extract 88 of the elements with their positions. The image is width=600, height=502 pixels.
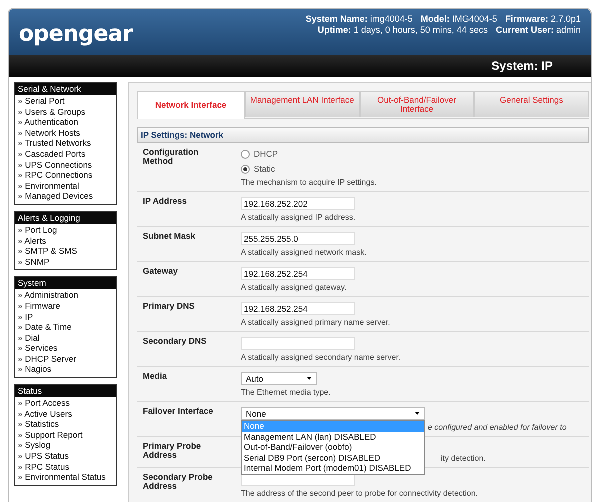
page-title: System: IP <box>492 59 553 73</box>
sidebar-link[interactable]: » Authentication <box>18 117 116 128</box>
sidebar-link[interactable]: » Administration <box>18 290 116 301</box>
sidebar-section-header: Serial & Network <box>15 83 116 95</box>
dropdown-option[interactable]: Internal Modem Port (modem01) DISABLED <box>242 463 424 474</box>
sidebar-link[interactable]: » Alerts <box>18 236 116 246</box>
tab[interactable]: General Settings <box>474 91 590 117</box>
info-value: img4004-5 <box>370 14 413 24</box>
field-description: A statically assigned primary name server. <box>241 318 392 327</box>
input-field[interactable]: 255.255.255.0 <box>241 232 355 245</box>
field-description: e configured and enabled for failover to <box>428 423 567 432</box>
sidebar-link[interactable]: » Managed Devices <box>18 191 116 202</box>
sidebar-link[interactable]: » UPS Connections <box>18 160 116 170</box>
sidebar-link[interactable]: » Port Log <box>18 224 116 236</box>
field-label: Primary DNS <box>143 302 196 313</box>
info-label: Current User: <box>496 25 554 35</box>
field-label: Media <box>143 372 168 383</box>
field-label: Configuration Method <box>143 148 200 168</box>
info-label: System Name: <box>306 14 368 24</box>
input-field[interactable]: 192.168.252.202 <box>241 197 355 210</box>
dropdown-option[interactable]: Out-of-Band/Failover (oobfo) <box>242 442 424 453</box>
input-field[interactable]: 192.168.252.254 <box>241 267 355 280</box>
info-label: Firmware: <box>505 14 548 24</box>
sidebar-link[interactable]: » Dial <box>18 332 116 344</box>
sidebar-link[interactable]: » RPC Status <box>18 462 116 472</box>
sidebar-link[interactable]: » Environmental <box>18 180 116 192</box>
info-value: admin <box>556 25 581 35</box>
tab[interactable]: Management LAN Interface <box>245 91 360 117</box>
sidebar-link[interactable]: » Firmware <box>18 300 116 312</box>
caret-icon <box>415 412 420 415</box>
dropdown-option[interactable]: Serial DB9 Port (sercon) DISABLED <box>242 452 424 464</box>
sidebar-link[interactable]: » Date & Time <box>18 322 116 333</box>
tab[interactable]: Network Interface <box>137 91 245 119</box>
info-value: 1 days, 0 hours, 50 mins, 44 secs <box>354 25 488 35</box>
info-value: IMG4004-5 <box>452 14 498 24</box>
sidebar-link[interactable]: » Cascaded Ports <box>18 148 116 160</box>
field-description: ity detection. <box>441 454 486 463</box>
sidebar-link[interactable]: » SMTP & SMS <box>18 246 116 257</box>
radio-button[interactable] <box>241 164 250 174</box>
sidebar-link[interactable]: » Users & Groups <box>18 106 116 118</box>
field-label: Secondary Probe Address <box>143 473 214 493</box>
radio-button[interactable] <box>241 150 250 158</box>
dropdown[interactable]: None <box>241 407 425 420</box>
caret-icon <box>307 377 312 380</box>
sidebar-link[interactable]: » Services <box>18 343 116 354</box>
sidebar-section-header: Status <box>15 385 116 398</box>
dropdown-option[interactable]: Management LAN (lan) DISABLED <box>242 432 424 442</box>
sidebar-link[interactable]: » RPC Connections <box>18 170 116 181</box>
sidebar-link[interactable]: » IP <box>18 312 116 322</box>
field-label: Gateway <box>143 267 179 278</box>
sidebar-link[interactable]: » Trusted Networks <box>18 138 116 149</box>
field-description: A statically assigned network mask. <box>241 248 368 257</box>
input-field[interactable]: 192.168.252.254 <box>241 302 355 315</box>
sidebar-link[interactable]: » Syslog <box>18 440 116 452</box>
sidebar-section-header: Alerts & Logging <box>15 212 116 224</box>
input-field[interactable] <box>241 337 355 350</box>
field-label: IP Address <box>143 197 188 208</box>
sidebar-link[interactable]: » DHCP Server <box>18 354 116 364</box>
field-description: A statically assigned secondary name server. <box>241 353 402 362</box>
field-description: The Ethernet media type. <box>241 388 332 397</box>
dropdown[interactable]: Auto <box>241 372 317 385</box>
field-description: A statically assigned IP address. <box>241 213 357 222</box>
sidebar-link[interactable]: » Nagios <box>18 364 116 376</box>
sidebar-link[interactable]: » Statistics <box>18 419 116 430</box>
section-header: IP Settings: Network <box>137 127 589 143</box>
sidebar-link[interactable]: » Network Hosts <box>18 128 116 138</box>
field-label: Failover Interface <box>143 407 214 418</box>
sidebar-link[interactable]: » Support Report <box>18 430 116 440</box>
sidebar-section-header: System <box>15 277 116 290</box>
field-description: A statically assigned gateway. <box>241 283 348 292</box>
field-label: Secondary DNS <box>143 337 208 348</box>
info-value: 2.7.0p1 <box>550 14 581 24</box>
sidebar-link[interactable]: » SNMP <box>18 256 116 268</box>
sidebar-link[interactable]: » Port Access <box>18 398 116 409</box>
sidebar-link[interactable]: » Serial Port <box>18 96 116 107</box>
logo: opengear <box>19 22 133 46</box>
field-description: The address of the second peer to probe for connectivity detection. <box>241 489 480 498</box>
field-label: Primary Probe Address <box>143 442 202 462</box>
sidebar-link[interactable]: » Active Users <box>18 408 116 420</box>
sidebar-link[interactable]: » Environmental Status <box>18 472 116 483</box>
field-label: Subnet Mask <box>143 232 196 243</box>
radio-label: DHCP <box>254 149 278 159</box>
info-label: Uptime: <box>318 25 352 35</box>
info-label: Model: <box>420 14 450 24</box>
field-description: The mechanism to acquire IP settings. <box>241 178 378 187</box>
sidebar-link[interactable]: » UPS Status <box>18 451 116 462</box>
radio-label: Static <box>254 164 276 174</box>
tab[interactable]: Out-of-Band/Failover Interface <box>360 91 474 117</box>
